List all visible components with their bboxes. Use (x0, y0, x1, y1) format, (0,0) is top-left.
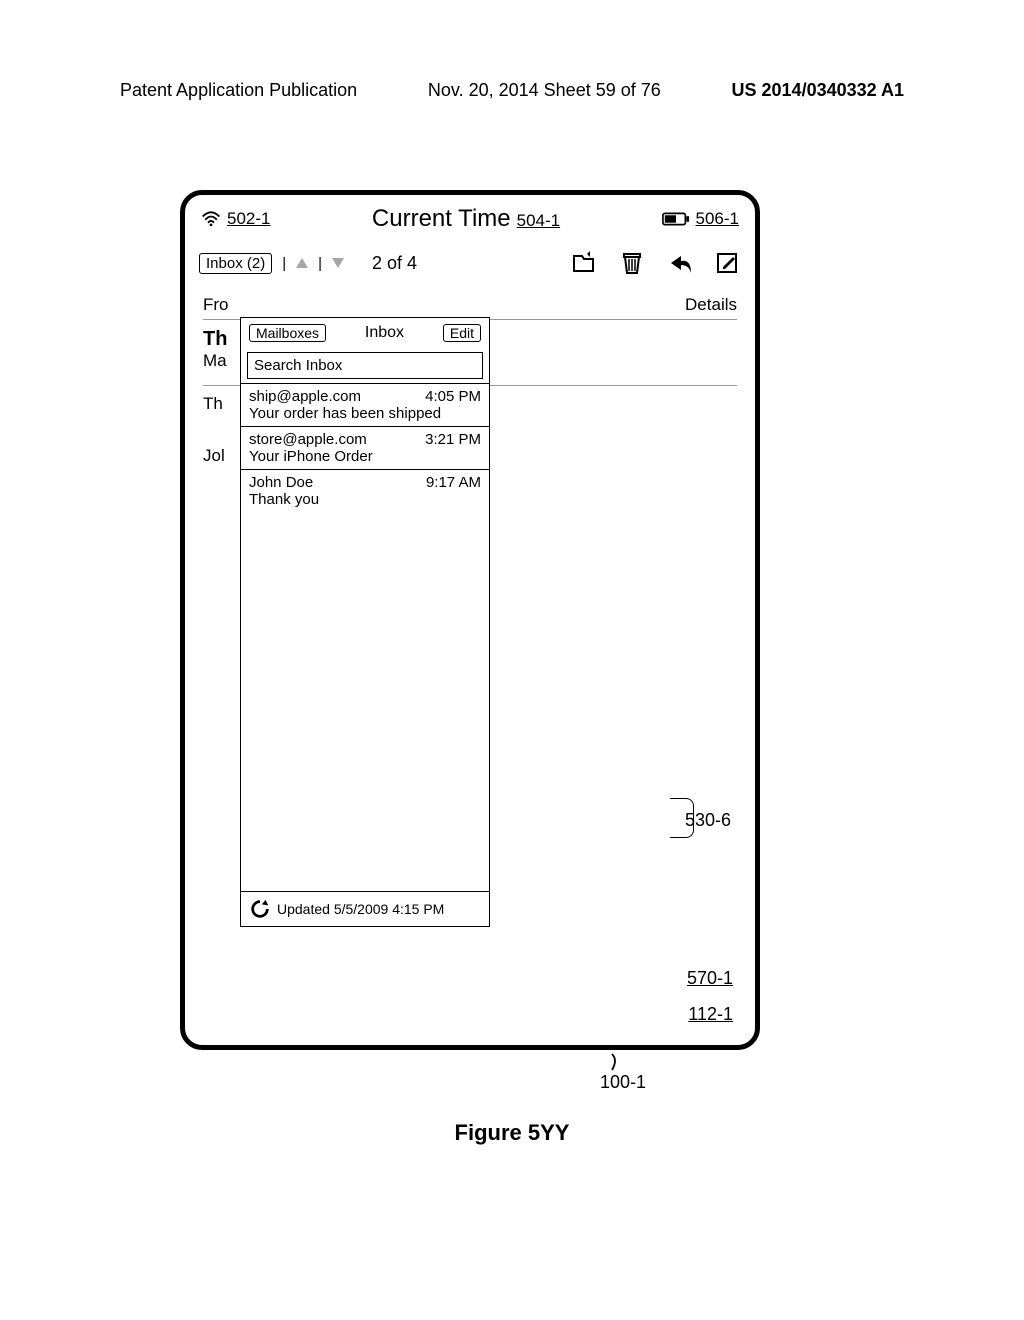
compose-icon[interactable] (715, 251, 741, 275)
trash-icon[interactable] (619, 251, 645, 275)
doc-header-left: Patent Application Publication (120, 80, 357, 101)
subject: Thank you (249, 491, 481, 508)
popover-footer: Updated 5/5/2009 4:15 PM (241, 891, 489, 926)
sender: store@apple.com (249, 431, 367, 448)
status-right: 506-1 (662, 209, 739, 229)
prev-msg-icon[interactable] (296, 258, 308, 268)
status-bar: 502-1 Current Time 504-1 506-1 (185, 195, 755, 237)
folder-move-icon[interactable] (571, 251, 597, 275)
subject: Your iPhone Order (249, 448, 481, 465)
subject: Your order has been shipped (249, 405, 481, 422)
annotation-100: 100-1 (600, 1072, 646, 1093)
wifi-icon (201, 211, 221, 227)
inbox-button[interactable]: Inbox (2) (199, 253, 272, 274)
figure-caption: Figure 5YY (0, 1120, 1024, 1146)
battery-icon (662, 212, 690, 226)
annotation-570: 570-1 (687, 968, 733, 989)
sender: John Doe (249, 474, 313, 491)
list-item[interactable]: store@apple.com 3:21 PM Your iPhone Orde… (241, 426, 489, 469)
mailboxes-button[interactable]: Mailboxes (249, 324, 326, 342)
current-time-label: Current Time (372, 205, 511, 233)
list-item[interactable]: ship@apple.com 4:05 PM Your order has be… (241, 383, 489, 426)
msg-counter: 2 of 4 (372, 253, 417, 274)
ref-506: 506-1 (696, 209, 739, 229)
updated-label: Updated 5/5/2009 4:15 PM (277, 901, 444, 917)
popover-header: Mailboxes Inbox Edit (241, 318, 489, 348)
reply-icon[interactable] (667, 251, 693, 275)
status-left: 502-1 (201, 209, 270, 229)
list-item[interactable]: John Doe 9:17 AM Thank you (241, 469, 489, 512)
doc-header-center: Nov. 20, 2014 Sheet 59 of 76 (428, 80, 661, 101)
toolbar-divider: | (280, 255, 288, 272)
inbox-popover: Mailboxes Inbox Edit Search Inbox ship@a… (240, 317, 490, 927)
search-input[interactable]: Search Inbox (247, 352, 483, 379)
callout-hook-icon (608, 1052, 628, 1072)
device-frame: 502-1 Current Time 504-1 506-1 Inbox (2)… (180, 190, 760, 1050)
doc-header-right: US 2014/0340332 A1 (732, 80, 904, 101)
from-row: Fro Details (185, 281, 755, 319)
mail-toolbar: Inbox (2) | | 2 of 4 (185, 237, 755, 281)
next-msg-icon[interactable] (332, 258, 344, 268)
sender: ship@apple.com (249, 388, 361, 405)
status-center: Current Time 504-1 (372, 205, 560, 233)
ref-502: 502-1 (227, 209, 270, 229)
message-list: ship@apple.com 4:05 PM Your order has be… (241, 383, 489, 891)
time: 3:21 PM (425, 431, 481, 448)
time: 4:05 PM (425, 388, 481, 405)
time: 9:17 AM (426, 474, 481, 491)
details-link[interactable]: Details (685, 295, 737, 315)
annotation-112: 112-1 (688, 1004, 733, 1025)
edit-button[interactable]: Edit (443, 324, 481, 342)
annotation-530: 530-6 (685, 810, 731, 831)
search-placeholder: Search Inbox (254, 357, 342, 374)
ref-504: 504-1 (517, 211, 560, 231)
refresh-icon[interactable] (249, 898, 271, 920)
popover-title: Inbox (365, 324, 404, 342)
from-label: Fro (203, 295, 229, 315)
doc-header: Patent Application Publication Nov. 20, … (0, 80, 1024, 101)
toolbar-divider-2: | (316, 255, 324, 272)
